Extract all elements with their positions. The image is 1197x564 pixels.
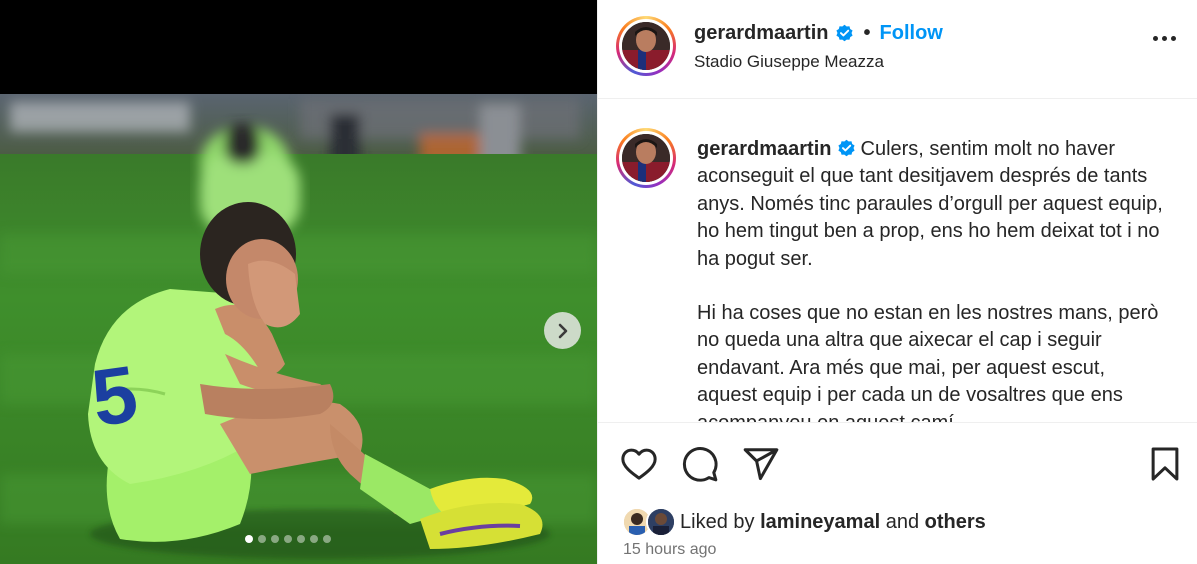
liker-username[interactable]: lamineyamal — [760, 511, 880, 534]
avatar[interactable] — [616, 16, 676, 76]
follow-button[interactable]: Follow — [880, 22, 943, 45]
avatar-photo — [622, 22, 670, 70]
next-image-button[interactable] — [544, 312, 581, 349]
username-link[interactable]: gerardmaartin — [694, 22, 829, 45]
more-options-icon[interactable] — [1153, 36, 1176, 41]
caption-paragraph-2: Hi ha coses que no estan en les nostres … — [697, 302, 1159, 422]
separator-dot: • — [863, 22, 871, 44]
post-header: gerardmaartin • Follow Stadio Giuseppe M… — [598, 0, 1197, 99]
bookmark-icon[interactable] — [1146, 445, 1184, 483]
likes-summary: Liked by lamineyamal and others — [622, 507, 986, 537]
liker-avatar[interactable] — [646, 507, 676, 537]
carousel-dot — [271, 535, 279, 543]
chevron-right-icon — [558, 323, 567, 338]
post-media: 5 — [0, 0, 597, 564]
caption-avatar[interactable] — [616, 128, 676, 188]
caption-text: gerardmaartin Culers, sentim molt no have… — [697, 136, 1167, 422]
carousel-dot — [297, 535, 305, 543]
carousel-dot — [284, 535, 292, 543]
carousel-dot — [323, 535, 331, 543]
send-icon[interactable] — [742, 445, 780, 483]
carousel-dot — [245, 535, 253, 543]
post-details-panel: gerardmaartin • Follow Stadio Giuseppe M… — [597, 0, 1197, 564]
liker-avatars — [622, 507, 678, 537]
carousel-dot — [258, 535, 266, 543]
caption-section: gerardmaartin Culers, sentim molt no have… — [598, 100, 1197, 422]
liked-by-prefix: Liked by — [680, 510, 755, 533]
likes-others-link[interactable]: others — [925, 511, 986, 534]
location-link[interactable]: Stadio Giuseppe Meazza — [694, 52, 884, 72]
comment-icon[interactable] — [681, 445, 719, 483]
caption-paragraph: gerardmaartin Culers, sentim molt no have… — [697, 136, 1167, 273]
caption-username[interactable]: gerardmaartin — [697, 138, 832, 160]
liked-conjunction: and — [885, 510, 920, 533]
verified-badge-icon — [837, 139, 855, 157]
carousel-indicator — [245, 535, 331, 543]
post-photo: 5 — [0, 94, 597, 564]
post-actions: Liked by lamineyamal and others 15 hours… — [598, 422, 1197, 564]
carousel-dot — [310, 535, 318, 543]
post-timestamp[interactable]: 15 hours ago — [623, 541, 716, 559]
heart-icon[interactable] — [620, 445, 658, 483]
header-user-row: gerardmaartin • Follow — [694, 22, 943, 45]
avatar-photo — [622, 134, 670, 182]
verified-badge-icon — [835, 24, 853, 42]
